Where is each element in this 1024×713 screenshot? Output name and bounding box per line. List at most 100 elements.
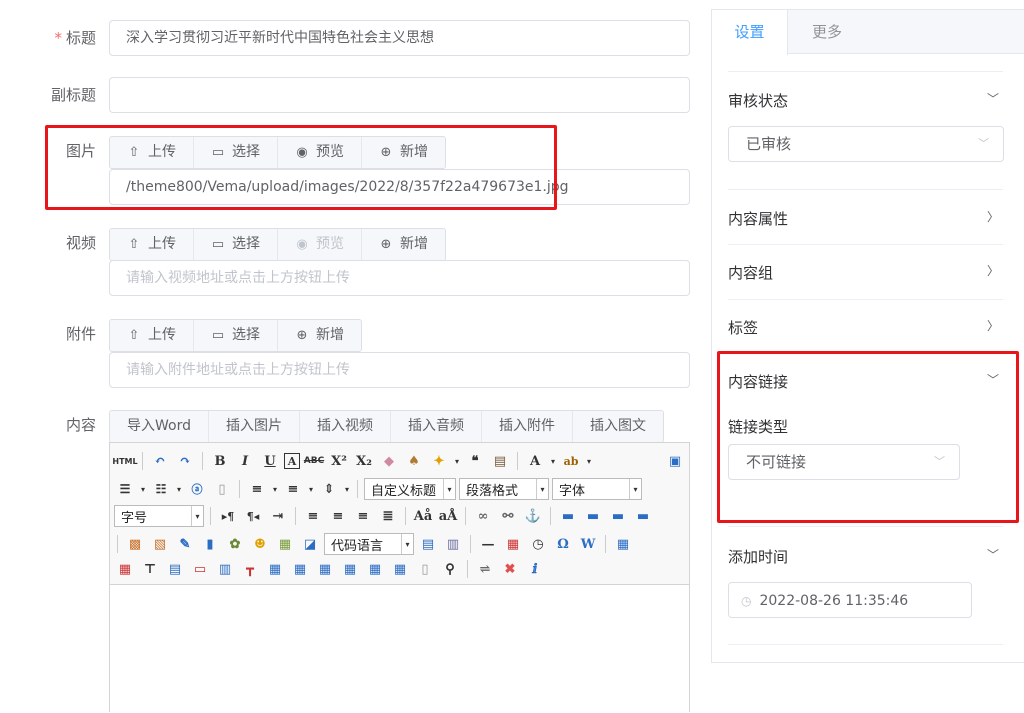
review-status-header[interactable]: 审核状态 ﹀ bbox=[728, 90, 1003, 111]
attachment-add-button[interactable]: ⊕ 新增 bbox=[278, 320, 361, 351]
tab-more[interactable]: 更多 bbox=[789, 10, 865, 54]
image-center-icon[interactable]: ▬ bbox=[632, 505, 654, 527]
insert-graphic-button[interactable]: 插入图文 bbox=[572, 411, 663, 442]
blockquote-icon[interactable]: ❝ bbox=[464, 450, 486, 472]
page-break-icon[interactable]: ⇌ bbox=[474, 558, 496, 580]
strikethrough-icon[interactable]: ABC bbox=[303, 450, 325, 472]
unordered-list-icon[interactable]: ☷ bbox=[150, 478, 172, 500]
align-left-icon[interactable]: ≡ bbox=[302, 505, 324, 527]
webapp-icon[interactable]: ▤ bbox=[417, 533, 439, 555]
redo-icon[interactable]: ↷ bbox=[174, 450, 196, 472]
insert-col-icon[interactable]: ▥ bbox=[214, 558, 236, 580]
italic-icon[interactable]: I bbox=[234, 450, 256, 472]
word-image-icon[interactable]: W bbox=[577, 533, 599, 555]
link-icon[interactable]: ∞ bbox=[472, 505, 494, 527]
background-color-icon[interactable]: ab bbox=[560, 450, 582, 472]
title-input[interactable]: 深入学习贯彻习近平新时代中国特色社会主义思想 bbox=[109, 20, 690, 56]
insert-image-icon[interactable]: ▩ bbox=[124, 533, 146, 555]
template-icon[interactable]: ▦ bbox=[274, 533, 296, 555]
video-preview-button[interactable]: ◉ 预览 bbox=[278, 229, 362, 260]
dropdown-arrow-icon[interactable]: ▾ bbox=[585, 450, 593, 472]
tab-settings[interactable]: 设置 bbox=[712, 10, 788, 55]
merge-down-icon[interactable]: ▦ bbox=[314, 558, 336, 580]
auto-format-icon[interactable]: ✦ bbox=[428, 450, 450, 472]
image-left-icon[interactable]: ▬ bbox=[582, 505, 604, 527]
time-icon[interactable]: ◷ bbox=[527, 533, 549, 555]
dropdown-arrow-icon[interactable]: ▾ bbox=[453, 450, 461, 472]
delete-col-icon[interactable]: ┳ bbox=[239, 558, 261, 580]
image-right-icon[interactable]: ▬ bbox=[607, 505, 629, 527]
image-none-icon[interactable]: ▬ bbox=[557, 505, 579, 527]
split-to-cells-icon[interactable]: ▦ bbox=[339, 558, 361, 580]
delete-row-icon[interactable]: ▭ bbox=[189, 558, 211, 580]
paste-plain-icon[interactable]: ▤ bbox=[489, 450, 511, 472]
attachment-select-button[interactable]: ▭ 选择 bbox=[194, 320, 278, 351]
superscript-icon[interactable]: X² bbox=[328, 450, 350, 472]
dropdown-arrow-icon[interactable]: ▾ bbox=[343, 478, 351, 500]
add-time-picker[interactable]: ◷ 2022-08-26 11:35:46 bbox=[728, 582, 972, 618]
content-attributes-header[interactable]: 内容属性 〉 bbox=[728, 208, 1003, 229]
font-size-select[interactable]: 字号 ▾ bbox=[114, 505, 204, 527]
snapscreen-icon[interactable]: ▥ bbox=[442, 533, 464, 555]
video-select-button[interactable]: ▭ 选择 bbox=[194, 229, 278, 260]
horizontal-rule-icon[interactable]: — bbox=[477, 533, 499, 555]
insert-row-icon[interactable]: ▤ bbox=[164, 558, 186, 580]
line-height-icon[interactable]: ⇕ bbox=[318, 478, 340, 500]
attachment-upload-button[interactable]: ⇧ 上传 bbox=[110, 320, 194, 351]
row-spacing-top-icon[interactable]: ≡ bbox=[246, 478, 268, 500]
code-language-select[interactable]: 代码语言 ▾ bbox=[324, 533, 414, 555]
editor-body[interactable] bbox=[110, 585, 689, 713]
split-to-rows-icon[interactable]: ▦ bbox=[364, 558, 386, 580]
clear-doc-icon[interactable]: ▯ bbox=[211, 478, 233, 500]
insert-paragraph-before-table-icon[interactable]: ⊤ bbox=[139, 558, 161, 580]
multi-image-icon[interactable]: ▧ bbox=[149, 533, 171, 555]
dropdown-arrow-icon[interactable]: ▾ bbox=[271, 478, 279, 500]
to-lowercase-icon[interactable]: aÅ bbox=[437, 505, 459, 527]
video-upload-button[interactable]: ⇧ 上传 bbox=[110, 229, 194, 260]
delete-table-icon[interactable]: ▦ bbox=[114, 558, 136, 580]
row-spacing-bottom-icon[interactable]: ≡ bbox=[282, 478, 304, 500]
subscript-icon[interactable]: X₂ bbox=[353, 450, 375, 472]
custom-heading-select[interactable]: 自定义标题 ▾ bbox=[364, 478, 456, 500]
fullscreen-icon[interactable]: ▣ bbox=[664, 450, 686, 472]
split-to-cols-icon[interactable]: ▦ bbox=[389, 558, 411, 580]
merge-right-icon[interactable]: ▦ bbox=[289, 558, 311, 580]
attachment-icon[interactable]: ✎ bbox=[174, 533, 196, 555]
insert-audio-button[interactable]: 插入音频 bbox=[390, 411, 482, 442]
unlink-icon[interactable]: ⚯ bbox=[497, 505, 519, 527]
underline-icon[interactable]: U bbox=[259, 450, 281, 472]
content-group-header[interactable]: 内容组 〉 bbox=[728, 262, 1003, 283]
typesetting-icon[interactable]: ⅈ bbox=[524, 558, 546, 580]
dropdown-arrow-icon[interactable]: ▾ bbox=[549, 450, 557, 472]
merge-cells-icon[interactable]: ▦ bbox=[264, 558, 286, 580]
emotion-icon[interactable]: ☻ bbox=[249, 533, 271, 555]
video-path-input[interactable]: 请输入视频地址或点击上方按钮上传 bbox=[109, 260, 690, 296]
video-add-button[interactable]: ⊕ 新增 bbox=[362, 229, 445, 260]
ltr-icon[interactable]: ▸¶ bbox=[217, 505, 239, 527]
print-icon[interactable]: ▯ bbox=[414, 558, 436, 580]
ordered-list-icon[interactable]: ☰ bbox=[114, 478, 136, 500]
subtitle-input[interactable] bbox=[109, 77, 690, 113]
map-icon[interactable]: ✿ bbox=[224, 533, 246, 555]
select-all-icon[interactable]: ⓐ bbox=[186, 478, 208, 500]
date-icon[interactable]: ▦ bbox=[502, 533, 524, 555]
insert-image-button[interactable]: 插入图片 bbox=[208, 411, 300, 442]
font-color-icon[interactable]: A bbox=[524, 450, 546, 472]
dropdown-arrow-icon[interactable]: ▾ bbox=[307, 478, 315, 500]
font-border-icon[interactable]: A bbox=[284, 453, 300, 469]
align-center-icon[interactable]: ≡ bbox=[327, 505, 349, 527]
review-status-select[interactable]: 已审核 ﹀ bbox=[728, 126, 1004, 162]
rtl-icon[interactable]: ¶◂ bbox=[242, 505, 264, 527]
add-time-header[interactable]: 添加时间 ﹀ bbox=[728, 546, 1003, 567]
bold-icon[interactable]: B bbox=[209, 450, 231, 472]
background-icon[interactable]: ◪ bbox=[299, 533, 321, 555]
format-brush-icon[interactable]: ♠ bbox=[403, 450, 425, 472]
cleanup-icon[interactable]: ✖ bbox=[499, 558, 521, 580]
eraser-icon[interactable]: ◆ bbox=[378, 450, 400, 472]
insert-table-icon[interactable]: ▦ bbox=[612, 533, 634, 555]
tags-header[interactable]: 标签 〉 bbox=[728, 317, 1003, 338]
undo-icon[interactable]: ↶ bbox=[149, 450, 171, 472]
align-right-icon[interactable]: ≡ bbox=[352, 505, 374, 527]
insert-video-button[interactable]: 插入视频 bbox=[299, 411, 391, 442]
align-justify-icon[interactable]: ≣ bbox=[377, 505, 399, 527]
